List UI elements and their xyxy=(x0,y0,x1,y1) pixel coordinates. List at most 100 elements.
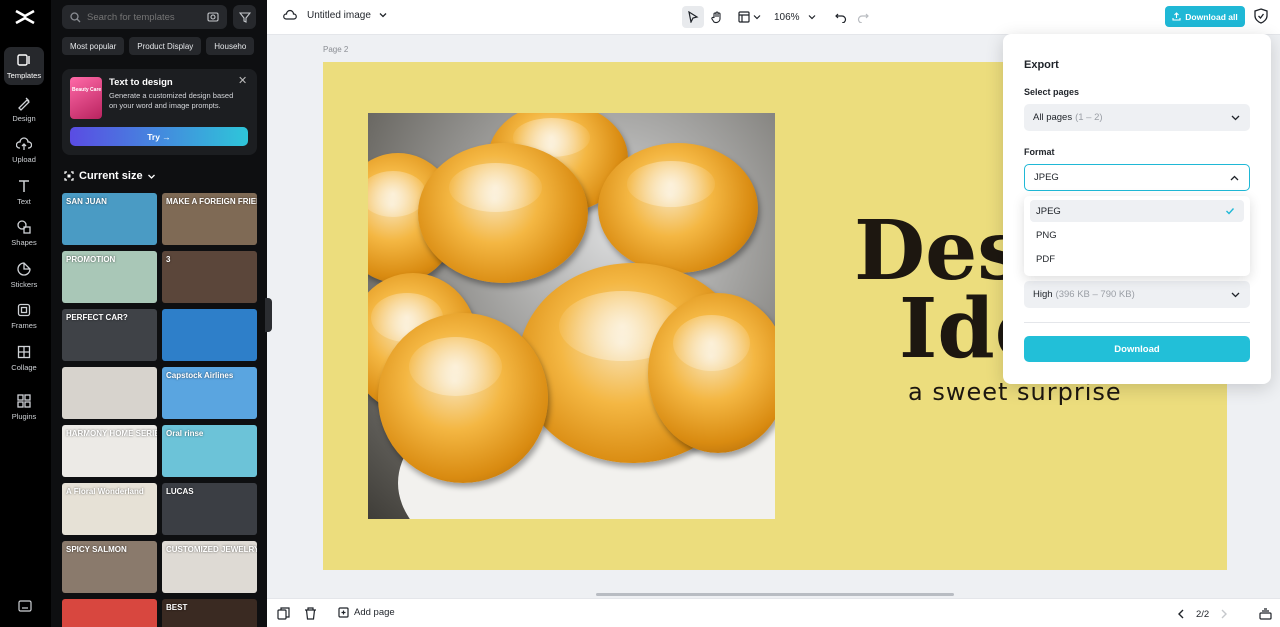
layout-icon xyxy=(737,11,750,23)
select-pages-label: Select pages xyxy=(1024,87,1080,97)
template-thumbnail[interactable]: PROMOTION xyxy=(62,251,157,303)
rail-label: Templates xyxy=(6,71,42,80)
frames-icon xyxy=(17,303,31,317)
template-thumbnail[interactable]: Oral rinse xyxy=(162,425,257,477)
search-input[interactable] xyxy=(87,11,197,23)
chevron-down-icon xyxy=(808,15,816,20)
chevron-left-icon[interactable] xyxy=(1175,608,1187,620)
capcut-logo[interactable] xyxy=(14,7,36,27)
template-thumbnail[interactable]: SAN JUAN xyxy=(62,193,157,245)
undo-button[interactable] xyxy=(830,6,852,28)
export-icon xyxy=(1172,12,1181,21)
rail-label: Collage xyxy=(11,363,37,372)
bottom-bar: Add page 2/2 xyxy=(267,598,1280,627)
chip-product-display[interactable]: Product Display xyxy=(129,37,202,55)
redo-button[interactable] xyxy=(852,6,874,28)
rail-text[interactable]: Text xyxy=(4,173,44,211)
template-thumbnail[interactable]: HARMONY HOME SERIES xyxy=(62,425,157,477)
rail-label: Frames xyxy=(11,321,37,330)
template-thumbnail[interactable]: MAKE A FOREIGN FRIEND? xyxy=(162,193,257,245)
rail-upload[interactable]: Upload xyxy=(4,131,44,169)
resize-icon xyxy=(64,171,74,181)
panel-collapse-handle[interactable] xyxy=(265,298,272,332)
filter-button[interactable] xyxy=(233,5,256,29)
chevron-up-icon xyxy=(1230,175,1239,181)
chip-most-popular[interactable]: Most popular xyxy=(62,37,125,55)
add-page-icon xyxy=(338,607,349,618)
format-option-pdf[interactable]: PDF xyxy=(1030,248,1244,270)
rail-shapes[interactable]: Shapes xyxy=(4,214,44,252)
template-thumbnail[interactable]: PERFECT CAR? xyxy=(62,309,157,361)
template-thumbnail[interactable] xyxy=(62,367,157,419)
download-all-button[interactable]: Download all xyxy=(1165,6,1245,27)
quality-select[interactable]: High (396 KB – 790 KB) xyxy=(1024,281,1250,308)
redo-icon xyxy=(857,13,869,23)
collage-icon xyxy=(17,345,31,359)
template-thumbnail[interactable]: A Floral Wonderland xyxy=(62,483,157,535)
chip-household[interactable]: Househo xyxy=(206,37,255,55)
rail-label: Design xyxy=(12,114,36,123)
close-icon[interactable]: ✕ xyxy=(238,76,248,87)
rail-label: Upload xyxy=(12,155,36,164)
current-size-dropdown[interactable]: Current size xyxy=(64,170,156,182)
rail-collage[interactable]: Collage xyxy=(4,339,44,377)
rail-design[interactable]: Design xyxy=(4,90,44,128)
template-text: SAN JUAN xyxy=(66,197,107,206)
dessert-photo[interactable] xyxy=(368,113,775,519)
template-thumbnail[interactable] xyxy=(62,599,157,627)
bun-shape xyxy=(598,143,758,273)
rail-stickers[interactable]: Stickers xyxy=(4,256,44,294)
rail-label: Shapes xyxy=(11,238,37,247)
pages-select[interactable]: All pages (1 – 2) xyxy=(1024,104,1250,131)
rail-templates[interactable]: Templates xyxy=(4,47,44,85)
add-page-label: Add page xyxy=(354,607,395,618)
templates-icon xyxy=(17,54,30,66)
zoom-dropdown[interactable]: 106% xyxy=(774,12,816,23)
format-option-label: JPEG xyxy=(1036,205,1061,217)
format-option-jpeg[interactable]: JPEG xyxy=(1030,200,1244,222)
text-to-design-card: Beauty Care Text to design Generate a cu… xyxy=(62,69,257,155)
check-icon xyxy=(1226,208,1235,215)
format-option-png[interactable]: PNG xyxy=(1030,224,1244,246)
template-thumbnail[interactable]: 3 xyxy=(162,251,257,303)
format-label: Format xyxy=(1024,147,1055,157)
rail-plugins[interactable]: Plugins xyxy=(4,388,44,426)
download-button[interactable]: Download xyxy=(1024,336,1250,362)
template-thumbnail[interactable]: BEST xyxy=(162,599,257,627)
select-tool[interactable] xyxy=(682,6,704,28)
upload-icon xyxy=(16,137,32,150)
template-thumbnail[interactable]: LUCAS xyxy=(162,483,257,535)
template-search[interactable] xyxy=(62,5,227,29)
hand-icon xyxy=(711,10,721,23)
add-page-button[interactable]: Add page xyxy=(338,607,395,618)
template-thumbnail[interactable]: CUSTOMIZED JEWELRY xyxy=(162,541,257,593)
try-button[interactable]: Try → xyxy=(70,127,248,146)
chevron-right-icon[interactable] xyxy=(1218,608,1230,620)
keyboard-icon[interactable] xyxy=(18,600,32,612)
duplicate-icon[interactable] xyxy=(277,607,290,620)
template-thumbnail[interactable]: Capstock Airlines xyxy=(162,367,257,419)
trash-icon[interactable] xyxy=(304,607,317,620)
layout-tool[interactable] xyxy=(734,6,764,28)
template-thumbnail[interactable]: SPICY SALMON xyxy=(62,541,157,593)
left-rail: Templates Design Upload Text Shapes Stic… xyxy=(0,0,51,627)
page-label: Page 2 xyxy=(323,45,349,54)
rail-frames[interactable]: Frames xyxy=(4,297,44,335)
image-search-icon[interactable] xyxy=(207,11,219,23)
template-text: MAKE A FOREIGN FRIEND? xyxy=(166,197,257,206)
document-title[interactable]: Untitled image xyxy=(283,9,387,21)
plugins-icon xyxy=(17,394,31,408)
canvas-tools: 106% xyxy=(682,6,874,28)
template-text: 3 xyxy=(166,255,171,264)
template-text: Capstock Airlines xyxy=(166,371,234,380)
horizontal-scrollbar[interactable] xyxy=(596,593,954,596)
hand-tool[interactable] xyxy=(706,6,728,28)
page-manager-icon[interactable] xyxy=(1259,607,1272,620)
export-panel: Export Select pages All pages (1 – 2) Fo… xyxy=(1003,34,1271,384)
promo-description: Generate a customized design based on yo… xyxy=(109,91,234,110)
chevron-down-icon xyxy=(753,15,760,20)
text-icon xyxy=(19,180,29,192)
shield-icon[interactable] xyxy=(1254,8,1268,24)
template-thumbnail[interactable] xyxy=(162,309,257,361)
format-select[interactable]: JPEG xyxy=(1024,164,1250,191)
